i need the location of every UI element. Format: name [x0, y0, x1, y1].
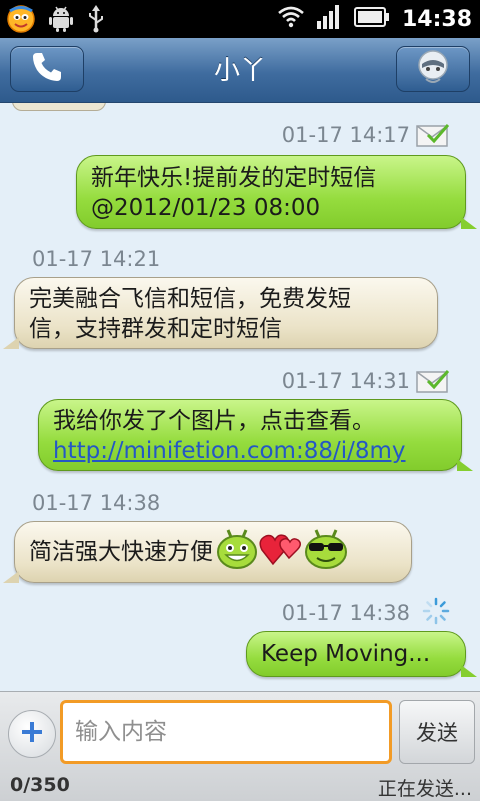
signal-icon: [316, 5, 342, 33]
message-timestamp: 01-17 14:38: [32, 491, 161, 515]
message-line: 新年快乐!提前发的定时短信: [91, 165, 377, 191]
android-sunglasses-emoticon: [303, 526, 349, 578]
message-line: 完美融合飞信和短信，免费发短: [29, 286, 351, 312]
attach-button[interactable]: [8, 710, 56, 758]
sending-spinner-icon: [422, 597, 450, 629]
message-timestamp: 01-17 14:21: [32, 247, 161, 271]
fetion-icon: [6, 4, 36, 38]
message-bubble[interactable]: 简洁强大快速方便: [3, 521, 412, 583]
delivered-check-icon: [416, 123, 450, 151]
message-line: @2012/01/23 08:00: [91, 195, 321, 221]
message-text: 我给你发了个图片，点击查看。: [53, 408, 375, 434]
message-line: 信，支持群发和定时短信: [29, 316, 282, 342]
status-bar-time: 14:38: [401, 6, 472, 32]
message-timestamp: 01-17 14:38: [281, 601, 410, 625]
plus-icon: [20, 720, 44, 748]
conversation-header: 小丫: [0, 38, 480, 103]
message-input[interactable]: [60, 700, 392, 764]
char-counter: 0/350: [10, 774, 70, 796]
previous-message-bubble-edge: [12, 103, 106, 111]
delivered-check-icon: [416, 369, 450, 397]
android-smile-emoticon: [215, 526, 259, 578]
compose-bar: 发送 0/350 正在发送...: [0, 691, 480, 801]
message-text: 简洁强大快速方便: [29, 539, 213, 565]
wifi-icon: [278, 6, 304, 32]
message-bubble[interactable]: Keep Moving...: [246, 631, 477, 677]
battery-icon: [353, 6, 390, 32]
status-bar: 14:38: [0, 0, 480, 38]
android-debug-icon: [48, 5, 74, 37]
hearts-emoticon: [259, 528, 303, 576]
message-timestamp: 01-17 14:31: [281, 369, 410, 393]
usb-icon: [86, 5, 106, 37]
message-bubble[interactable]: 完美融合飞信和短信，免费发短 信，支持群发和定时短信: [3, 277, 438, 349]
contact-profile-button[interactable]: [396, 46, 470, 92]
message-list[interactable]: 01-17 14:17 新年快乐!提前发的定时短信 @2012/01/23 08…: [0, 103, 480, 691]
message-bubble[interactable]: 我给你发了个图片，点击查看。 http://minifetion.com:88/…: [38, 399, 473, 471]
send-button[interactable]: 发送: [399, 700, 475, 764]
message-timestamp: 01-17 14:17: [281, 123, 410, 147]
image-link[interactable]: http://minifetion.com:88/i/8my: [53, 438, 406, 464]
sending-status: 正在发送...: [377, 778, 472, 800]
message-bubble[interactable]: 新年快乐!提前发的定时短信 @2012/01/23 08:00: [76, 155, 477, 229]
contact-avatar-icon: [414, 49, 452, 89]
message-text: Keep Moving...: [261, 641, 431, 667]
